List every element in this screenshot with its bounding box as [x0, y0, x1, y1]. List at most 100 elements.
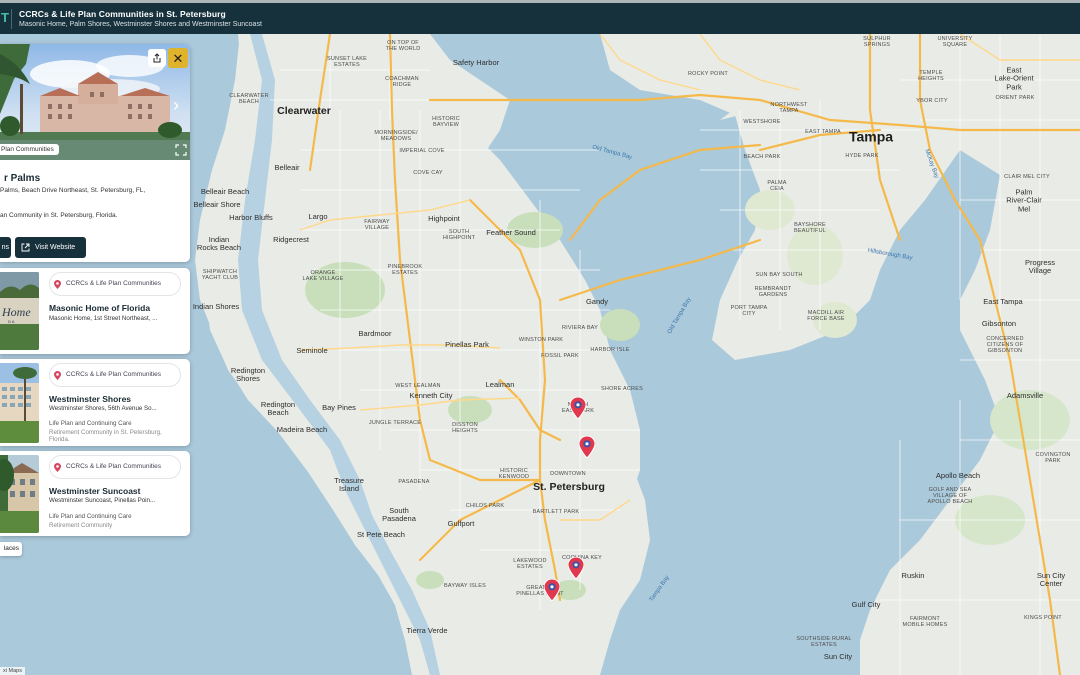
map-label-bardmoor: Bardmoor [358, 328, 392, 338]
place-list-item[interactable]: Home D A CCRCs & Life Plan Communities M… [0, 268, 190, 354]
place-list-item[interactable]: CCRCs & Life Plan Communities Westminste… [0, 359, 190, 446]
map-label-rembrandt-gardens: REMBRANDT GARDENS [754, 285, 792, 298]
category-chip: CCRCs & Life Plan Communities [49, 272, 181, 296]
map-label-clair-mel-city: CLAIR MEL CITY [1004, 173, 1050, 180]
map-label-lake-orient-park: East Lake-Orient Park [994, 65, 1034, 92]
map-label-madeira-beach: Madeira Beach [276, 424, 328, 434]
map-label-pinellas-park: Pinellas Park [445, 339, 489, 349]
thumbnail-sign-text: Home [1, 305, 31, 319]
map-label-seminole: Seminole [296, 345, 328, 355]
map-label-hyde-park: HYDE PARK [845, 152, 879, 159]
page-title: CCRCs & Life Plan Communities in St. Pet… [19, 9, 226, 19]
external-link-icon [21, 243, 30, 252]
map-label-orient-park: ORIENT PARK [995, 94, 1035, 101]
map-label-covington-park: COVINGTON PARK [1035, 451, 1071, 464]
map-label-palm-river-clair-mel: Palm River-Clair Mel [1006, 187, 1042, 214]
location-pin-icon [54, 279, 61, 289]
category-chip: CCRCs & Life Plan Communities [49, 455, 181, 479]
map-label-southride-rural: SOUTHSIDE RURAL ESTATES [796, 635, 852, 648]
map-label-kings-point: KINGS POINT [1024, 614, 1062, 621]
map-label-macdill-afb: MACDILL AIR FORCE BASE [807, 309, 845, 322]
directions-button[interactable]: ns [0, 237, 11, 258]
map-label-harbor-bluffs: Harbor Bluffs [229, 212, 273, 222]
map-label-south-highpoint: SOUTH HIGHPOINT [442, 228, 476, 241]
place-thumbnail[interactable] [0, 455, 39, 533]
map-label-coachman-ridge: COACHMAN RIDGE [385, 75, 419, 88]
map-label-st-petersburg: St. Petersburg [533, 481, 605, 494]
map-label-east-tampa: EAST TAMPA [805, 128, 841, 135]
map-label-west-lealman: WEST LEALMAN [395, 382, 441, 389]
map-label-jungle-terrace: JUNGLE TERRACE [368, 419, 422, 426]
map-label-south-pasadena: South Pasadena [382, 505, 416, 523]
place-name[interactable]: Masonic Home of Florida [49, 303, 150, 313]
share-icon[interactable] [148, 49, 166, 67]
map-label-fairway-village: FAIRWAY VILLAGE [364, 218, 390, 231]
map-label-cove-cay: COVE CAY [413, 169, 443, 176]
map-attribution[interactable]: xi Maps [0, 667, 25, 675]
close-icon[interactable]: ✕ [168, 48, 188, 68]
brand-logo[interactable]: T [0, 5, 9, 31]
map-label-temple-heights: TEMPLE HEIGHTS [918, 69, 944, 82]
map-pin-icon[interactable] [570, 397, 586, 419]
map-label-sunset-lake-estates: SUNSET LAKE ESTATES [326, 55, 368, 68]
place-address: Palms, Beach Drive Northeast, St. Peters… [0, 187, 146, 194]
location-pin-icon [54, 370, 61, 380]
map-label-riviera-bay: RIVIERA BAY [561, 324, 599, 331]
map-pin-icon[interactable] [544, 579, 560, 601]
map-label-belleair-shore: Belleair Shore [193, 199, 241, 209]
map-label-east-tampa-city: East Tampa [983, 296, 1023, 306]
map-label-clearwater-beach: CLEARWATER BEACH [229, 92, 269, 105]
place-thumbnail[interactable] [0, 363, 39, 443]
map-label-winston-park: WINSTON PARK [518, 336, 564, 343]
category-chip-label: CCRCs & Life Plan Communities [66, 463, 162, 471]
map-label-belleair: Belleair [274, 162, 300, 172]
map-label-historic-bayview: HISTORIC BAYVIEW [432, 115, 460, 128]
map-label-downtown: DOWNTOWN [550, 470, 586, 477]
map-label-ridgecrest: Ridgecrest [273, 234, 309, 244]
map-label-apollo-beach: Apollo Beach [935, 470, 981, 480]
location-pin-icon [54, 462, 61, 472]
place-name[interactable]: Westminster Suncoast [49, 486, 140, 496]
map-pin-icon[interactable] [579, 436, 595, 458]
visit-website-label: Visit Website [35, 244, 76, 251]
place-address: Masonic Home, 1st Street Northeast, ... [49, 315, 158, 322]
chevron-right-icon[interactable]: › [173, 96, 179, 114]
map-label-beach-park: BEACH PARK [743, 153, 781, 160]
map-label-shipwatch-yacht-club: SHIPWATCH YACHT CLUB [201, 268, 239, 281]
more-places-button[interactable]: laces [0, 542, 22, 556]
map-label-indian-shores: Indian Shores [192, 301, 240, 311]
map-label-highpoint: Highpoint [428, 213, 460, 223]
map-label-belleair-beach: Belleair Beach [200, 186, 250, 196]
map-label-gulfport: Gulfport [447, 518, 475, 528]
category-chip-label: CCRCs & Life Plan Communities [66, 371, 162, 379]
map-label-redington-shores: Redington Shores [230, 365, 266, 383]
map-label-bayway-isles: BAYWAY ISLES [444, 582, 486, 589]
map-label-sun-bay-south: SUN BAY SOUTH [755, 271, 803, 278]
map-label-university-square: UNIVERSITY SQUARE [937, 35, 973, 48]
place-description: an Community in St. Petersburg, Florida. [0, 212, 118, 219]
map-label-shore-acres: SHORE ACRES [601, 385, 643, 392]
map-label-on-top-of-the-world: ON TOP OF THE WORLD [385, 39, 421, 52]
map-pin-icon[interactable] [568, 557, 584, 579]
place-list-item[interactable]: CCRCs & Life Plan Communities Westminste… [0, 451, 190, 536]
map-label-progress-village: Progress Village [1024, 257, 1056, 275]
map-label-feather-sound: Feather Sound [486, 227, 536, 237]
map-label-fossil-park: FOSSIL PARK [541, 352, 579, 359]
map-label-clearwater: Clearwater [277, 105, 331, 118]
map-label-kenneth-city: Kenneth City [409, 390, 453, 400]
map-label-concerned-citizens: CONCERNED CITIZENS OF GIBSONTON [986, 335, 1024, 355]
map-label-port-tampa-city: PORT TAMPA CITY [730, 304, 768, 317]
map-label-gandy: Gandy [585, 296, 609, 306]
place-name[interactable]: Westminster Shores [49, 394, 131, 404]
map-label-bayshore-beautiful: BAYSHORE BEAUTIFUL [793, 221, 827, 234]
map-label-lealman: Lealman [485, 379, 515, 389]
visit-website-button[interactable]: Visit Website [15, 237, 86, 258]
place-thumbnail[interactable]: Home D A [0, 272, 39, 350]
map-label-bay-pines: Bay Pines [322, 402, 356, 412]
map-label-northwest-tampa: NORTHWEST TAMPA [770, 101, 808, 114]
map-label-golf-and-sea: GOLF AND SEA VILLAGE OF APOLLO BEACH [927, 486, 973, 506]
place-photo[interactable]: ✕ › Plan Communities [0, 44, 190, 160]
app-header: T CCRCs & Life Plan Communities in St. P… [0, 0, 1080, 34]
expand-icon[interactable] [175, 144, 187, 156]
map-label-ybor-city: YBOR CITY [916, 97, 948, 104]
